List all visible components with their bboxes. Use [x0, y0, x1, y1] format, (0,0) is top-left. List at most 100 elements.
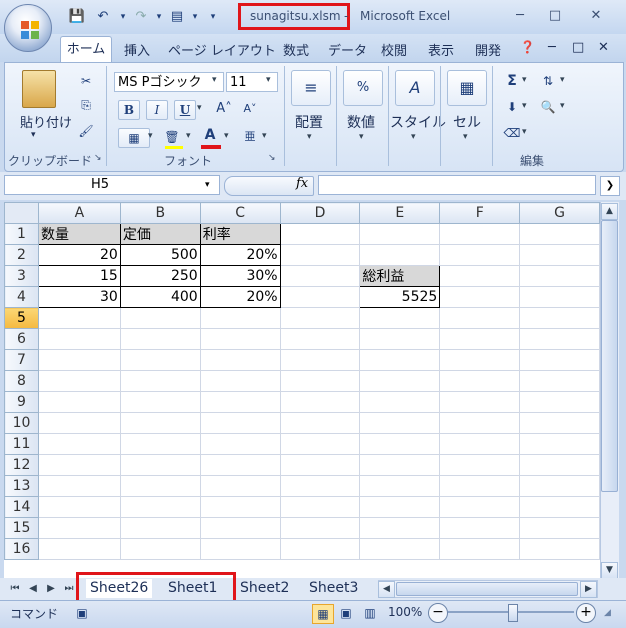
cell[interactable] [519, 328, 600, 350]
cell[interactable] [199, 433, 281, 455]
cell[interactable] [439, 391, 521, 413]
cell[interactable] [199, 538, 281, 560]
cell[interactable] [119, 538, 201, 560]
bold-button[interactable]: B [118, 100, 140, 120]
cell[interactable] [359, 454, 441, 476]
sheet-tab-sheet2[interactable]: Sheet2 [236, 579, 293, 598]
cell[interactable] [119, 433, 201, 455]
column-header[interactable]: G [519, 202, 600, 224]
paste-icon[interactable] [22, 70, 56, 108]
cell[interactable] [519, 286, 600, 308]
tab-review[interactable]: 校閲 [381, 40, 407, 59]
borders-icon[interactable]: ▦ [118, 128, 150, 148]
column-header[interactable]: E [359, 202, 441, 224]
cell[interactable] [119, 370, 201, 392]
quick-print-icon[interactable]: ▤ [168, 9, 186, 25]
cell[interactable] [199, 328, 281, 350]
paste-dropdown-icon[interactable]: ▾ [31, 130, 36, 140]
cell[interactable] [119, 517, 201, 539]
name-box[interactable]: H5 ▾ [4, 175, 220, 195]
row-header[interactable]: 4 [4, 286, 39, 308]
underline-button[interactable]: U [174, 100, 196, 120]
borders-dropdown-icon[interactable]: ▾ [148, 131, 153, 141]
cell[interactable] [359, 496, 441, 518]
cell[interactable] [37, 496, 121, 518]
sort-filter-icon[interactable]: ⇅ [538, 72, 558, 90]
cell[interactable] [359, 412, 441, 434]
cell[interactable] [37, 433, 121, 455]
cell[interactable] [359, 223, 441, 245]
cell[interactable] [519, 496, 600, 518]
clear-icon[interactable]: ⌫ [502, 124, 522, 142]
cell[interactable] [37, 370, 121, 392]
cell[interactable] [439, 496, 521, 518]
cell[interactable] [119, 391, 201, 413]
expand-formula-bar-icon[interactable]: ❯ [600, 176, 620, 196]
cell[interactable] [359, 391, 441, 413]
redo-icon[interactable]: ↷ [132, 9, 150, 25]
font-name-dropdown-icon[interactable]: ▾ [212, 75, 217, 85]
row-header[interactable]: 7 [4, 349, 39, 371]
cell-A1[interactable]: 数量 [37, 223, 121, 245]
number-group-button[interactable]: 数値 [347, 112, 375, 132]
cell[interactable] [439, 454, 521, 476]
sheet-tab-sheet3[interactable]: Sheet3 [305, 579, 362, 598]
zoom-in-icon[interactable]: + [576, 603, 596, 623]
cell[interactable] [37, 412, 121, 434]
row-header[interactable]: 10 [4, 412, 39, 434]
tab-page-layout[interactable]: ページ レイアウト [168, 40, 276, 59]
row-header[interactable]: 6 [4, 328, 39, 350]
next-sheet-icon[interactable]: ▶ [44, 582, 58, 596]
cell[interactable] [279, 223, 361, 245]
office-button[interactable] [4, 4, 52, 52]
cell[interactable] [279, 538, 361, 560]
page-break-view-icon[interactable]: ▥ [360, 604, 380, 622]
cell[interactable] [279, 454, 361, 476]
tab-view[interactable]: 表示 [428, 40, 454, 59]
cell[interactable] [439, 286, 521, 308]
first-sheet-icon[interactable]: ⏮ [8, 582, 22, 596]
cell[interactable] [37, 391, 121, 413]
scroll-up-icon[interactable]: ▲ [601, 203, 618, 220]
fill-color-icon[interactable]: 🗑 [162, 128, 182, 146]
cell[interactable] [359, 475, 441, 497]
cell[interactable] [439, 538, 521, 560]
row-header[interactable]: 8 [4, 370, 39, 392]
ribbon-minimize-icon[interactable]: ─ [548, 40, 556, 55]
cut-icon[interactable]: ✂ [76, 72, 96, 90]
customize-qat-icon[interactable]: ▾ [204, 9, 222, 25]
cell[interactable] [119, 454, 201, 476]
fill-color-dropdown-icon[interactable]: ▾ [186, 131, 191, 141]
normal-view-icon[interactable]: ▦ [312, 604, 334, 624]
undo-dropdown-icon[interactable]: ▾ [114, 9, 132, 25]
cell[interactable] [37, 475, 121, 497]
styles-dropdown-icon[interactable]: ▾ [411, 132, 416, 142]
italic-button[interactable]: I [146, 100, 168, 120]
cell-C3[interactable]: 30% [199, 265, 281, 287]
insert-function-button[interactable]: fx [296, 176, 308, 191]
row-header[interactable]: 13 [4, 475, 39, 497]
page-layout-view-icon[interactable]: ▣ [336, 604, 356, 622]
cell[interactable] [359, 370, 441, 392]
cell-A3[interactable]: 15 [37, 265, 121, 287]
cell[interactable] [37, 538, 121, 560]
cell[interactable] [199, 454, 281, 476]
row-header[interactable]: 2 [4, 244, 39, 266]
cell[interactable] [279, 391, 361, 413]
cell[interactable] [439, 244, 521, 266]
cell[interactable] [439, 370, 521, 392]
format-painter-icon[interactable]: 🖌 [76, 122, 96, 140]
fill-dropdown-icon[interactable]: ▾ [522, 101, 527, 111]
clipboard-launcher-icon[interactable]: ↘ [94, 153, 102, 163]
formula-input[interactable] [318, 175, 596, 195]
column-header[interactable]: A [37, 202, 121, 224]
cell[interactable] [279, 265, 361, 287]
cell[interactable] [119, 307, 201, 329]
cell[interactable] [439, 517, 521, 539]
cell-E3[interactable]: 総利益 [359, 265, 441, 287]
cell-B3[interactable]: 250 [119, 265, 201, 287]
cells-dropdown-icon[interactable]: ▾ [463, 132, 468, 142]
minimize-icon[interactable]: ─ [510, 8, 530, 24]
column-header[interactable]: B [119, 202, 201, 224]
worksheet-grid[interactable]: A B C D E F G 1 数量 定価 利率 2 20 500 20% 3 … [4, 202, 600, 580]
